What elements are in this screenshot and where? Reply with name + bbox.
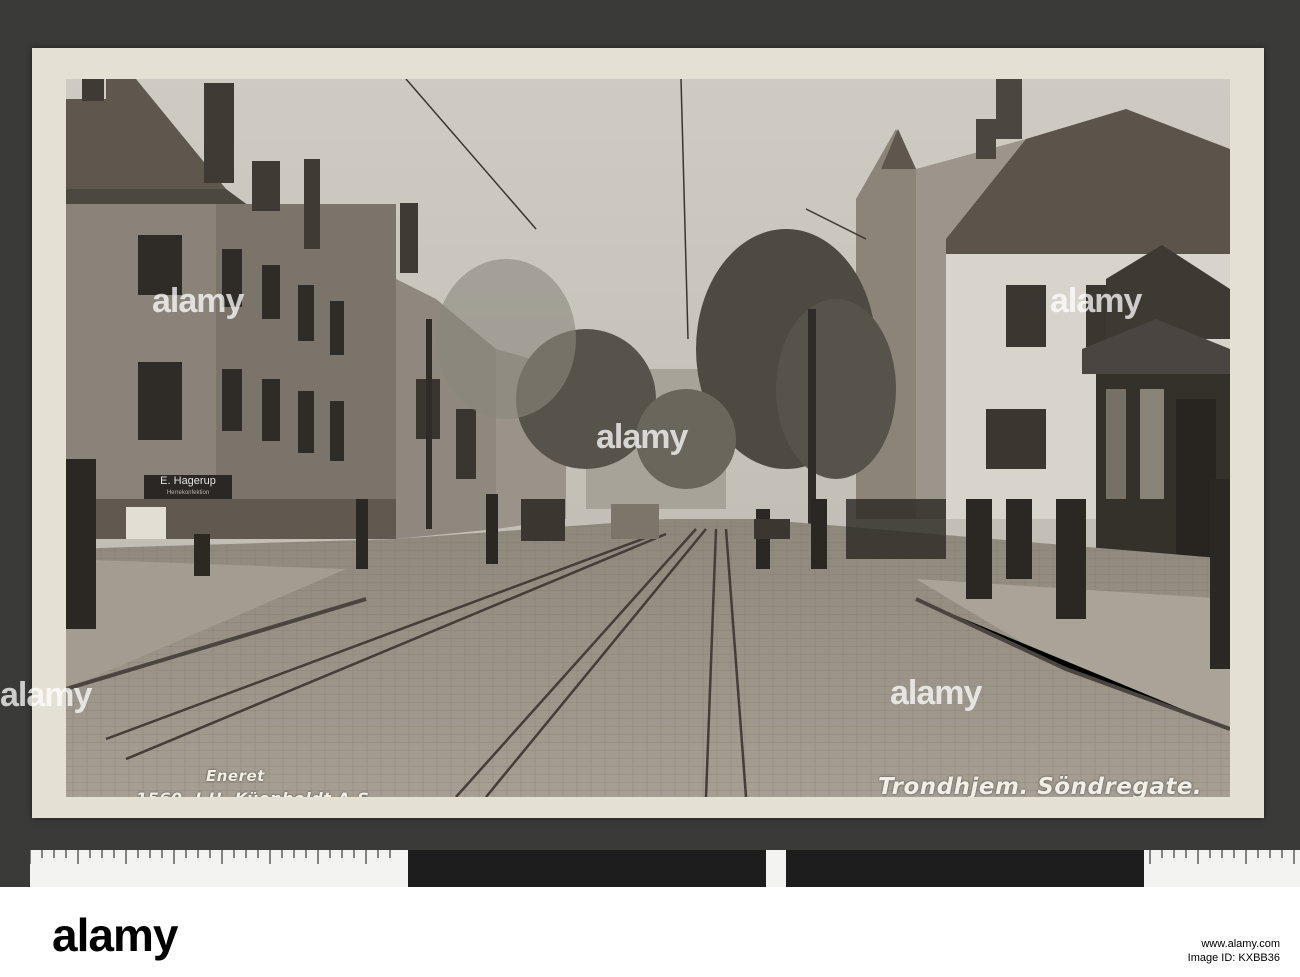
- publisher-caption: 1560. J.H. Küenholdt A.S.: [136, 789, 376, 797]
- footer-bar: [0, 887, 1300, 977]
- image-id: Image ID: KXBB36: [1187, 952, 1280, 964]
- watermark-upper-right: alamy: [1050, 282, 1142, 320]
- hydrant: [194, 534, 210, 576]
- footer-url: www.alamy.com: [1201, 938, 1280, 950]
- shop-sign-name: E. Hagerup: [160, 475, 216, 487]
- watermark-upper-left: alamy: [152, 282, 244, 320]
- watermark-left: alamy: [0, 676, 92, 714]
- title-caption: Trondhjem. Söndregate.: [878, 774, 1203, 797]
- eneret-caption: Eneret: [206, 767, 265, 785]
- shop-sign-sub: Herrekonfektion: [166, 490, 210, 496]
- ruler-ticks: [30, 850, 1295, 887]
- shop-sign: E. Hagerup Herrekonfektion: [144, 475, 232, 499]
- alamy-logo: alamy: [52, 909, 178, 961]
- watermark-lower-right: alamy: [890, 674, 982, 712]
- measurement-ruler: [30, 850, 1300, 887]
- watermark-center: alamy: [596, 418, 688, 456]
